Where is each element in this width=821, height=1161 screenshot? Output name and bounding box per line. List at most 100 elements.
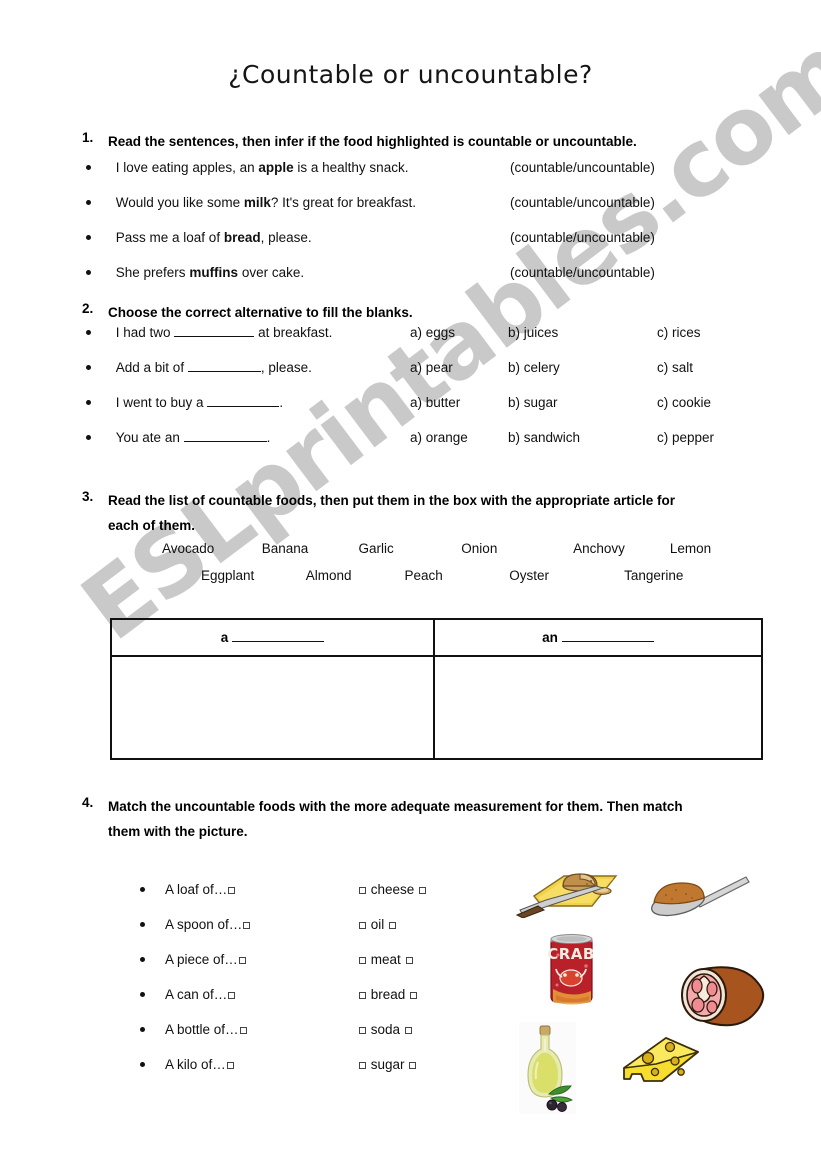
answer-cell-a[interactable] [112, 657, 435, 759]
option-c-3[interactable]: c) cookie [657, 395, 711, 410]
exercise-4-instruction-line2: them with the picture. [108, 824, 248, 839]
svg-text:CRAB: CRAB [547, 945, 595, 963]
food-checkbox-left-6[interactable] [359, 1062, 366, 1069]
bullet-icon [140, 956, 145, 962]
list-item: Add a bit of , please. [86, 360, 312, 376]
list-item: She prefers muffins over cake. [86, 265, 304, 281]
bullet-icon [140, 1026, 145, 1032]
food-checkbox-right-3[interactable] [405, 957, 413, 964]
exercise-3-instruction-line1: Read the list of countable foods, then p… [108, 493, 676, 508]
measurement-label-3: A piece of… [165, 952, 238, 967]
answer-cell-an[interactable] [435, 657, 761, 759]
sentence-1: I love eating apples, an apple is a heal… [115, 160, 409, 175]
food-checkbox-left-2[interactable] [359, 922, 366, 929]
option-c-2[interactable]: c) salt [657, 360, 693, 375]
ham-meat-image [674, 962, 769, 1028]
exercise-3-instruction-line2: each of them. [108, 518, 196, 533]
bullet-icon [140, 886, 145, 892]
countable-word-row-1: Avocado Banana Garlic Onion Anchovy Lemo… [162, 541, 711, 556]
food-checkbox-right-2[interactable] [389, 922, 397, 929]
option-c-1[interactable]: c) rices [657, 325, 701, 340]
bullet-icon [140, 991, 145, 997]
countable-tag-2: (countable/uncountable) [510, 195, 655, 210]
option-b-3[interactable]: b) sugar [508, 395, 558, 410]
option-b-2[interactable]: b) celery [508, 360, 560, 375]
fill-sentence-1: I had two at breakfast. [115, 325, 333, 340]
word-tangerine: Tangerine [624, 568, 684, 583]
measurement-item: A piece of… [140, 952, 247, 967]
measurement-checkbox-6[interactable] [226, 1062, 234, 1069]
food-label-soda: soda [370, 1022, 401, 1037]
sentence-2: Would you like some milk? It's great for… [115, 195, 416, 210]
bullet-icon [86, 364, 91, 370]
fill-sentence-2: Add a bit of , please. [115, 360, 312, 375]
food-checkbox-left-3[interactable] [359, 957, 366, 964]
food-item: cheese [358, 882, 427, 897]
option-a-1[interactable]: a) eggs [410, 325, 455, 340]
table-header-cell-a: a [112, 620, 435, 655]
spoon-of-sugar-image [648, 872, 752, 922]
sentence-3: Pass me a loaf of bread, please. [115, 230, 312, 245]
worksheet-page: ESLprintables.com ¿Countable or uncounta… [0, 0, 821, 1161]
food-checkbox-right-1[interactable] [419, 887, 427, 894]
bullet-icon [86, 329, 91, 335]
olive-oil-bottle-image [519, 1022, 576, 1114]
word-banana: Banana [261, 541, 309, 556]
food-label-meat: meat [370, 952, 401, 967]
word-garlic: Garlic [358, 541, 394, 556]
soda-can-image: CRAB [545, 933, 598, 1006]
option-a-3[interactable]: a) butter [410, 395, 460, 410]
food-checkbox-right-5[interactable] [404, 1027, 412, 1034]
measurement-checkbox-2[interactable] [243, 922, 251, 929]
food-item: sugar [358, 1057, 417, 1072]
measurement-checkbox-1[interactable] [228, 887, 236, 894]
table-header-row: a an [112, 620, 761, 657]
measurement-item: A can of… [140, 987, 236, 1002]
bread-on-cutting-board-image [512, 866, 627, 919]
option-c-4[interactable]: c) pepper [657, 430, 714, 445]
food-checkbox-right-4[interactable] [410, 992, 418, 999]
food-item: oil [358, 917, 397, 932]
measurement-checkbox-5[interactable] [239, 1027, 247, 1034]
option-b-4[interactable]: b) sandwich [508, 430, 580, 445]
food-checkbox-left-4[interactable] [359, 992, 366, 999]
word-avocado: Avocado [162, 541, 215, 556]
list-item: I went to buy a . [86, 395, 283, 411]
option-b-1[interactable]: b) juices [508, 325, 558, 340]
measurement-checkbox-3[interactable] [238, 957, 246, 964]
measurement-checkbox-4[interactable] [228, 992, 236, 999]
list-item: I love eating apples, an apple is a heal… [86, 160, 408, 176]
list-item: Would you like some milk? It's great for… [86, 195, 416, 211]
measurement-label-1: A loaf of… [165, 882, 228, 897]
fill-sentence-4: You ate an . [115, 430, 271, 445]
fill-blank-3[interactable] [207, 406, 280, 407]
bullet-icon [86, 434, 91, 440]
food-checkbox-right-6[interactable] [409, 1062, 417, 1069]
list-item: You ate an . [86, 430, 270, 446]
food-checkbox-left-1[interactable] [359, 887, 366, 894]
countable-word-row-2: Eggplant Almond Peach Oyster Tangerine [201, 568, 683, 583]
food-item: soda [358, 1022, 413, 1037]
fill-blank-4[interactable] [183, 441, 267, 442]
food-label-bread: bread [370, 987, 406, 1002]
word-almond: Almond [305, 568, 352, 583]
option-a-2[interactable]: a) pear [410, 360, 453, 375]
fill-blank-2[interactable] [187, 371, 261, 372]
word-anchovy: Anchovy [573, 541, 625, 556]
exercise-3-number: 3. [82, 489, 94, 504]
bullet-icon [86, 199, 91, 205]
exercise-4-number: 4. [82, 795, 94, 810]
exercise-2-number: 2. [82, 301, 94, 316]
countable-tag-3: (countable/uncountable) [510, 230, 655, 245]
food-checkbox-left-5[interactable] [359, 1027, 366, 1034]
fill-blank-1[interactable] [174, 336, 255, 337]
list-item: Pass me a loaf of bread, please. [86, 230, 312, 246]
article-a-blank[interactable] [232, 641, 325, 642]
article-a-label: a [221, 630, 325, 645]
countable-tag-4: (countable/uncountable) [510, 265, 655, 280]
article-an-blank[interactable] [561, 641, 654, 642]
exercise-1-number: 1. [82, 130, 94, 145]
exercise-1-instruction: Read the sentences, then infer if the fo… [108, 134, 637, 149]
option-a-4[interactable]: a) orange [410, 430, 468, 445]
table-body-row [112, 657, 761, 759]
